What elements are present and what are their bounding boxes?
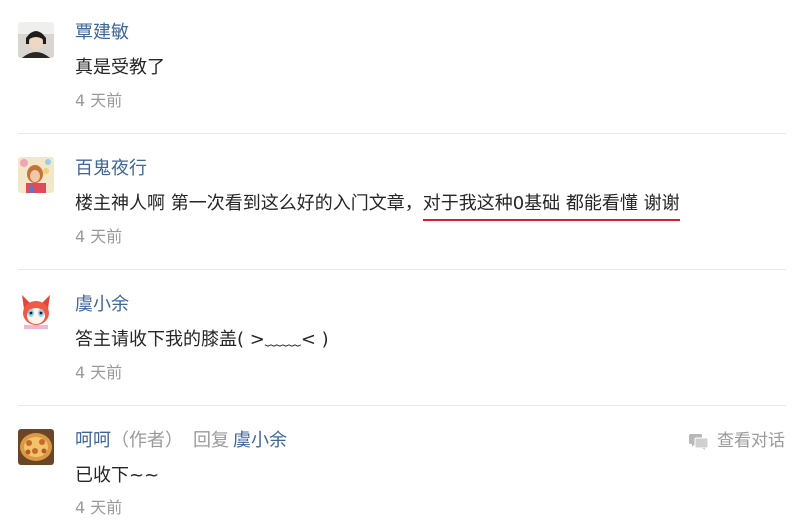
author-name[interactable]: 百鬼夜行 [75,158,147,179]
avatar[interactable] [18,429,54,465]
avatar[interactable] [18,22,54,58]
comment-time: 4 天前 [75,227,123,246]
comment-text: 已收下~~ [75,465,160,486]
divider [18,269,786,270]
comment-text: 答主请收下我的膝盖( >﹏﹏< ) [75,329,329,350]
reply-target-link[interactable]: 虞小余 [233,430,287,451]
author-name[interactable]: 呵呵 [75,430,111,451]
comment-time: 4 天前 [75,91,123,110]
comment-text: 楼主神人啊 第一次看到这么好的入门文章，对于我这种0基础 都能看懂 谢谢 [75,192,680,221]
view-dialog-button[interactable]: 查看对话 [689,429,785,453]
comment-text-part: 楼主神人啊 第一次看到这么好的入门文章， [75,193,423,214]
underlined-text: 对于我这种0基础 都能看懂 谢谢 [422,193,680,221]
comment-text: 真是受教了 [75,57,165,78]
avatar[interactable] [18,157,54,193]
comment-time: 4 天前 [75,498,123,517]
reply-label: 回复 [193,430,229,451]
author-name[interactable]: 虞小余 [75,294,129,315]
divider [18,405,786,406]
chat-bubbles-icon [689,433,709,450]
comment-time: 4 天前 [75,363,123,382]
author-name[interactable]: 覃建敏 [75,22,129,43]
view-dialog-label: 查看对话 [717,431,785,451]
avatar[interactable] [18,293,54,329]
author-badge: （作者） [111,430,183,451]
divider [18,133,786,134]
